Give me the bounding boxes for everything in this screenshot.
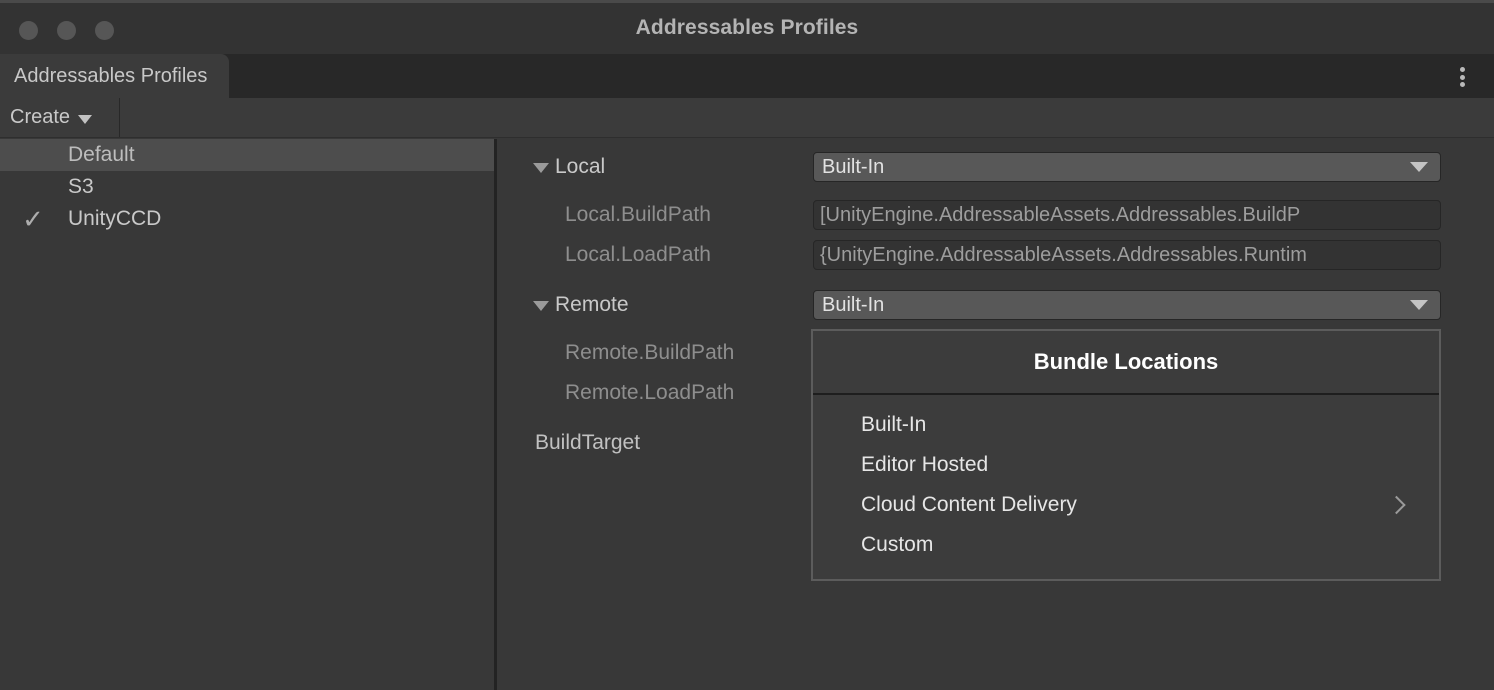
row-remote-group: Remote Built-In	[500, 285, 1494, 325]
popup-item-list: Built-In Editor Hosted Cloud Content Del…	[813, 395, 1439, 579]
list-item[interactable]: S3	[0, 171, 494, 203]
menu-item-label: Custom	[861, 533, 933, 557]
profile-name: S3	[68, 175, 94, 199]
local-buildpath-input[interactable]: [UnityEngine.AddressableAssets.Addressab…	[813, 200, 1441, 230]
local-buildpath-value: [UnityEngine.AddressableAssets.Addressab…	[820, 204, 1300, 227]
window-titlebar: Addressables Profiles	[0, 0, 1494, 54]
profile-name: Default	[68, 143, 135, 167]
remote-bundle-location-value: Built-In	[822, 294, 1410, 317]
menu-item-built-in[interactable]: Built-In	[813, 405, 1439, 445]
create-button[interactable]: Create	[0, 98, 120, 137]
triangle-down-icon[interactable]	[533, 163, 549, 173]
local-loadpath-input[interactable]: {UnityEngine.AddressableAssets.Addressab…	[813, 240, 1441, 270]
label-remote-loadpath: Remote.LoadPath	[565, 381, 734, 405]
tab-addressables-profiles[interactable]: Addressables Profiles	[0, 54, 229, 98]
row-local-buildpath: Local.BuildPath [UnityEngine.Addressable…	[500, 195, 1494, 235]
profile-list: Default S3 ✓ UnityCCD	[0, 139, 497, 690]
menu-item-cloud-content-delivery[interactable]: Cloud Content Delivery	[813, 485, 1439, 525]
triangle-down-icon[interactable]	[533, 301, 549, 311]
tab-label: Addressables Profiles	[14, 65, 207, 88]
window-title: Addressables Profiles	[0, 16, 1494, 40]
active-profile-check-icon: ✓	[16, 205, 50, 233]
kebab-menu-icon[interactable]	[1452, 66, 1472, 88]
active-profile-check-icon	[16, 141, 50, 169]
chevron-right-icon	[1387, 496, 1405, 514]
label-local-loadpath: Local.LoadPath	[565, 243, 711, 267]
row-local-loadpath: Local.LoadPath {UnityEngine.AddressableA…	[500, 235, 1494, 275]
remote-bundle-location-dropdown[interactable]: Built-In	[813, 290, 1441, 320]
label-buildtarget: BuildTarget	[535, 431, 640, 455]
caret-down-icon	[1410, 162, 1428, 172]
popup-title: Bundle Locations	[1034, 349, 1219, 375]
bundle-locations-popup: Bundle Locations Built-In Editor Hosted …	[811, 329, 1441, 581]
menu-item-label: Cloud Content Delivery	[861, 493, 1077, 517]
menu-item-editor-hosted[interactable]: Editor Hosted	[813, 445, 1439, 485]
label-remote-buildpath: Remote.BuildPath	[565, 341, 734, 365]
list-item[interactable]: Default	[0, 139, 494, 171]
tab-strip: Addressables Profiles	[0, 54, 1494, 98]
label-remote: Remote	[555, 293, 629, 317]
row-local-group: Local Built-In	[500, 147, 1494, 187]
menu-item-label: Editor Hosted	[861, 453, 988, 477]
menu-item-label: Built-In	[861, 413, 926, 437]
menu-item-custom[interactable]: Custom	[813, 525, 1439, 565]
local-bundle-location-dropdown[interactable]: Built-In	[813, 152, 1441, 182]
profile-name: UnityCCD	[68, 207, 161, 231]
local-bundle-location-value: Built-In	[822, 156, 1410, 179]
local-loadpath-value: {UnityEngine.AddressableAssets.Addressab…	[820, 244, 1307, 267]
popup-header: Bundle Locations	[813, 331, 1439, 395]
caret-down-icon	[78, 115, 92, 124]
create-button-label: Create	[10, 106, 70, 129]
active-profile-check-icon	[16, 173, 50, 201]
addressables-profiles-window: Addressables Profiles Addressables Profi…	[0, 0, 1494, 690]
caret-down-icon	[1410, 300, 1428, 310]
label-local: Local	[555, 155, 605, 179]
list-item[interactable]: ✓ UnityCCD	[0, 203, 494, 235]
label-local-buildpath: Local.BuildPath	[565, 203, 711, 227]
toolbar: Create	[0, 98, 1494, 138]
